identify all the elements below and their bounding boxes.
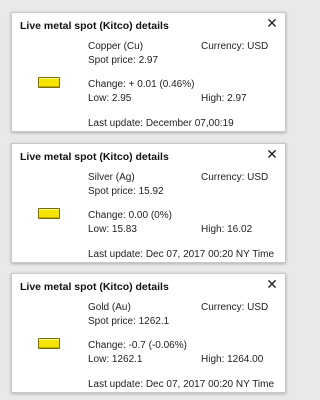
spot-price: Spot price: 2.97 — [88, 55, 159, 66]
notification-stack: Live metal spot (Kitco) details ✕ Copper… — [0, 0, 293, 400]
popup-title: Live metal spot (Kitco) details — [20, 281, 169, 293]
currency-label: Currency: USD — [201, 302, 269, 313]
notification-popup-copper: Live metal spot (Kitco) details ✕ Copper… — [11, 12, 286, 132]
notification-popup-silver: Live metal spot (Kitco) details ✕ Silver… — [11, 143, 286, 263]
high-price: High: 2.97 — [201, 93, 247, 104]
popup-title: Live metal spot (Kitco) details — [20, 20, 169, 32]
price-change: Change: -0.7 (-0.06%) — [88, 340, 187, 351]
metal-name: Copper (Cu) — [88, 41, 144, 52]
close-icon[interactable]: ✕ — [265, 16, 279, 30]
spot-price: Spot price: 1262.1 — [88, 316, 170, 327]
close-icon[interactable]: ✕ — [265, 277, 279, 291]
notification-popup-gold: Live metal spot (Kitco) details ✕ Gold (… — [11, 273, 286, 393]
popup-title: Live metal spot (Kitco) details — [20, 151, 169, 163]
high-price: High: 16.02 — [201, 224, 253, 235]
metal-name: Silver (Ag) — [88, 172, 135, 183]
currency-label: Currency: USD — [201, 172, 269, 183]
high-price: High: 1264.00 — [201, 354, 264, 365]
low-price: Low: 1262.1 — [88, 354, 143, 365]
metal-name: Gold (Au) — [88, 302, 131, 313]
gold-bar-icon — [38, 77, 60, 88]
last-update: Last update: Dec 07, 2017 00:20 NY Time — [88, 379, 275, 390]
spot-price: Spot price: 15.92 — [88, 186, 164, 197]
gold-bar-icon — [38, 338, 60, 349]
price-change: Change: 0.00 (0%) — [88, 210, 172, 221]
gold-bar-icon — [38, 208, 60, 219]
last-update: Last update: Dec 07, 2017 00:20 NY Time — [88, 249, 275, 260]
low-price: Low: 15.83 — [88, 224, 137, 235]
last-update: Last update: December 07,00:19 — [88, 118, 234, 129]
currency-label: Currency: USD — [201, 41, 269, 52]
close-icon[interactable]: ✕ — [265, 147, 279, 161]
price-change: Change: + 0.01 (0.46%) — [88, 79, 195, 90]
low-price: Low: 2.95 — [88, 93, 132, 104]
